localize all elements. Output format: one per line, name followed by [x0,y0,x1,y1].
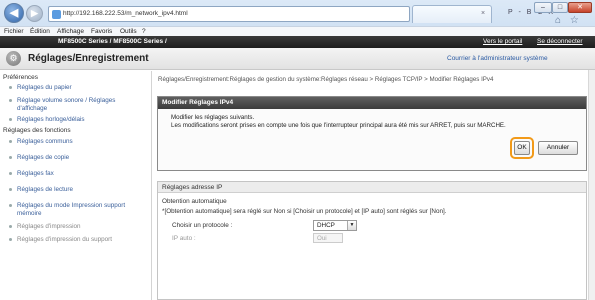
site-icon [52,10,61,19]
back-arrow-icon: ◀ [9,7,19,19]
sidebar-item-clock[interactable]: Réglages horloge/délais [9,116,147,124]
portal-link[interactable]: Vers le portail [483,38,522,45]
mail-admin-link[interactable]: Courrier à l'administrateur système [447,55,548,62]
tab-close-icon[interactable]: × [481,10,485,17]
menu-fichier[interactable]: Fichier [4,28,24,35]
device-name: MF8500C Series / MF8500C Series / [58,38,167,45]
menu-help[interactable]: ? [142,28,146,35]
sidebar-item-print[interactable]: Réglages d'impression [9,223,147,231]
menu-bar: Fichier Édition Affichage Favoris Outils… [0,26,595,36]
ip-settings-section: Réglages adresse IP Obtention automatiqu… [157,181,587,300]
device-bar: MF8500C Series / MF8500C Series / Vers l… [0,36,595,48]
sidebar-item-common[interactable]: Réglages communs [9,138,147,146]
page-header: ⚙ Réglages/Enregistrement Courrier à l'a… [0,48,595,70]
page-title: Réglages/Enregistrement [28,53,149,64]
dialog-title: Modifier Réglages IPv4 [158,97,586,109]
browser-tab[interactable]: × [412,5,492,23]
scrollbar[interactable] [588,70,595,300]
autoip-label: IP auto : [172,235,196,242]
protocol-value: DHCP [317,222,335,229]
menu-edition[interactable]: Édition [30,28,50,35]
sidebar-item-volume-display[interactable]: Réglage volume sonore / Réglages d'affic… [9,97,147,112]
dialog-message: Modifier les réglages suivants. [171,114,255,121]
autoip-value: Oui [317,235,327,242]
main-content: Réglages/Enregistrement:Réglages de gest… [153,71,595,300]
obtention-note: *[Obtention automatique] sera réglé sur … [162,208,447,215]
back-button[interactable]: ◀ [4,3,24,23]
sidebar-item-fax[interactable]: Réglages fax [9,170,147,178]
section-title: Réglages adresse IP [158,182,586,193]
sidebar-item-media-print[interactable]: Réglages d'impression du support [9,236,147,244]
menu-outils[interactable]: Outils [120,28,137,35]
sidebar-item-paper[interactable]: Réglages du papier [9,84,147,92]
dialog-note: Les modifications seront prises en compt… [171,122,506,129]
minimize-button[interactable]: – [534,2,552,13]
cancel-button[interactable]: Annuler [538,141,578,155]
maximize-button[interactable]: □ [552,2,568,13]
ok-button[interactable]: OK [514,141,530,155]
sidebar-item-memory-print[interactable]: Réglages du mode Impression support mémo… [9,202,147,217]
address-text: http://192.168.222.53/m_network_ipv4.htm… [63,10,188,17]
sidebar-item-scan[interactable]: Réglages de lecture [9,186,147,194]
protocol-select[interactable]: DHCP ▼ [313,220,357,231]
sidebar-group-preferences: Préférences [3,74,39,81]
menu-favoris[interactable]: Favoris [91,28,112,35]
obtention-label: Obtention automatique [162,198,227,205]
chevron-down-icon: ▼ [347,221,356,230]
settings-icon: ⚙ [6,51,21,66]
sidebar-item-copy[interactable]: Réglages de copie [9,154,147,162]
sidebar: Préférences Réglages du papier Réglage v… [0,71,152,300]
sidebar-group-functions: Réglages des fonctions [3,127,71,134]
close-window-button[interactable]: ✕ [568,2,592,13]
logout-link[interactable]: Se déconnecter [537,38,583,45]
forward-arrow-icon: ▶ [31,8,38,18]
forward-button[interactable]: ▶ [26,5,43,22]
confirm-dialog: Modifier Réglages IPv4 Modifier les régl… [157,96,587,171]
address-bar[interactable]: http://192.168.222.53/m_network_ipv4.htm… [48,6,410,22]
protocol-label: Choisir un protocole : [172,222,233,229]
breadcrumb: Réglages/Enregistrement:Réglages de gest… [158,76,494,83]
autoip-select[interactable]: Oui [313,233,343,243]
menu-affichage[interactable]: Affichage [57,28,84,35]
